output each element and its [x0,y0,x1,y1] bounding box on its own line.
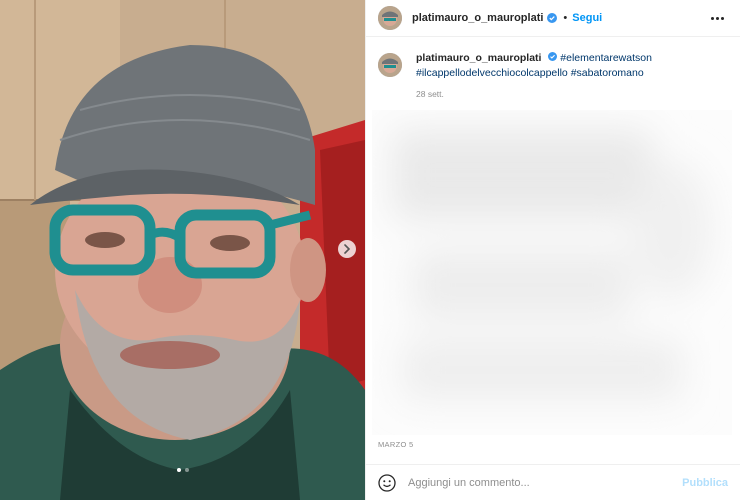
verified-badge-icon [548,52,558,61]
comment-bar: Pubblica [366,464,740,500]
caption-timestamp: 28 sett. [416,89,444,99]
post-caption: platimauro_o_mauroplati #elementarewatso… [366,37,740,102]
follow-button[interactable]: Segui [572,12,602,24]
caption-avatar[interactable] [378,53,402,77]
publish-button[interactable]: Pubblica [682,477,728,489]
hashtag-link[interactable]: #sabatoromano [571,67,644,79]
post-header: platimauro_o_mauroplati • Segui [366,0,740,37]
post-photo [0,0,365,500]
comment-input[interactable] [406,475,683,490]
hashtag-link[interactable]: #elementarewatson [560,52,652,64]
carousel-indicator [0,468,365,472]
post-sidebar: platimauro_o_mauroplati • Segui platimau… [365,0,740,500]
post-media [0,0,365,500]
verified-badge-icon [547,13,558,23]
instagram-post: platimauro_o_mauroplati • Segui platimau… [0,0,740,500]
hashtag-link[interactable]: #ilcappellodelvecchiocolcappello [416,67,568,79]
emoji-icon[interactable] [378,473,396,492]
avatar[interactable] [378,6,402,30]
carousel-dot [176,468,181,472]
caption-body: platimauro_o_mauroplati #elementarewatso… [416,51,652,102]
separator-dot: • [563,12,568,24]
carousel-next-button[interactable] [338,240,356,258]
more-options-icon[interactable] [707,13,728,24]
chevron-right-icon [344,244,351,254]
post-date: MARZO 5 [378,440,414,449]
carousel-dot [184,468,189,472]
username-link[interactable]: platimauro_o_mauroplati [412,12,543,24]
caption-username[interactable]: platimauro_o_mauroplati [416,52,541,64]
blurred-comments-area [372,110,732,435]
